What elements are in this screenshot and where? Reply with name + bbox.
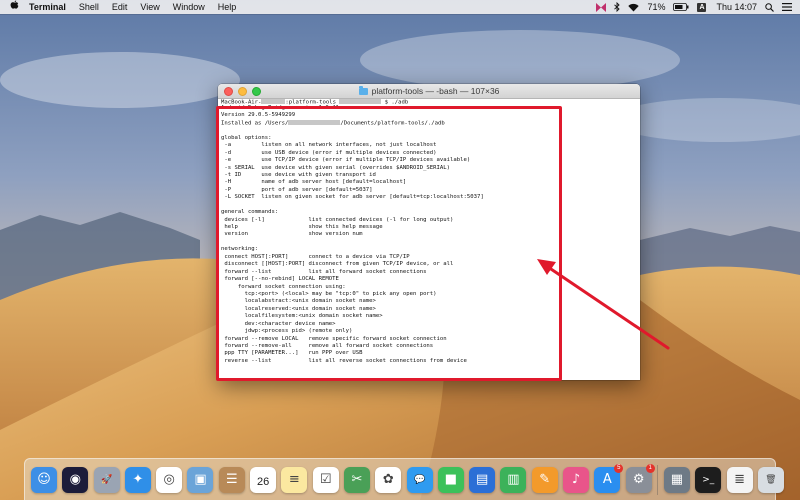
- keynote-glyph: ▤: [476, 472, 489, 487]
- reminders-glyph: ☑: [319, 472, 332, 487]
- system-preferences-icon[interactable]: ⚙ 1: [625, 463, 655, 493]
- siri-icon[interactable]: ◉: [62, 466, 89, 493]
- preview-glyph: ▣: [194, 472, 207, 487]
- terminal-titlebar[interactable]: platform-tools — -bash — 107×36: [218, 84, 640, 99]
- highlight-box: [216, 106, 562, 381]
- facetime-icon[interactable]: ■: [437, 466, 464, 493]
- notification-badge: 1: [645, 463, 655, 473]
- numbers-glyph: ▥: [507, 472, 520, 487]
- app-store-glyph: A: [602, 472, 612, 487]
- document-glyph: ≣: [734, 472, 745, 487]
- app-store-icon[interactable]: A5: [594, 463, 624, 493]
- itunes-glyph: ♪: [571, 472, 581, 487]
- preview-icon[interactable]: ▣: [187, 466, 214, 493]
- dock: ☺ ◉ 🚀 ✦ ◎ ▣ ☰ 26 ≡ ☑ ✂ ✿ 💬 ■ ▤ ▥ ✎ ♪ A 5 ⚙ 1 ▦ >_ ≣ 🗑: [24, 458, 784, 500]
- system-preferences-glyph: ⚙: [632, 472, 645, 487]
- trash-glyph: 🗑: [765, 474, 777, 485]
- window-title: platform-tools — -bash — 107×36: [218, 84, 640, 98]
- menu-view[interactable]: View: [140, 0, 159, 14]
- close-window-button[interactable]: [224, 86, 233, 96]
- itunes-icon[interactable]: ♪: [563, 466, 590, 493]
- bluetooth-icon[interactable]: [614, 2, 621, 12]
- terminal-icon[interactable]: >_: [695, 466, 722, 493]
- wifi-icon[interactable]: [628, 3, 640, 12]
- finder-glyph: ☺: [37, 472, 51, 487]
- photos-glyph: ✿: [382, 472, 394, 487]
- utility-glyph: ▦: [670, 472, 684, 487]
- menu-terminal[interactable]: Terminal: [29, 0, 66, 14]
- messages-glyph: 💬: [413, 474, 426, 485]
- chrome-icon[interactable]: ◎: [156, 466, 183, 493]
- status-app-icon[interactable]: [596, 2, 607, 12]
- menu-help[interactable]: Help: [218, 0, 237, 14]
- spotlight-search-icon[interactable]: [765, 2, 774, 12]
- contacts-glyph: ☰: [225, 472, 238, 487]
- minimize-window-button[interactable]: [238, 86, 247, 96]
- pages-icon[interactable]: ✎: [531, 466, 558, 493]
- photo-booth-glyph: ✂: [351, 472, 363, 487]
- safari-icon[interactable]: ✦: [124, 466, 151, 493]
- menu-bar: Terminal Shell Edit View Window Help 71%…: [0, 0, 800, 14]
- finder-icon[interactable]: ☺: [31, 466, 57, 493]
- chrome-glyph: ◎: [163, 472, 175, 487]
- launchpad-glyph: 🚀: [100, 474, 113, 485]
- calendar-day: 26: [256, 476, 270, 488]
- contacts-icon[interactable]: ☰: [218, 466, 245, 493]
- safari-glyph: ✦: [132, 472, 144, 487]
- apple-logo-icon[interactable]: [9, 0, 19, 15]
- photos-icon[interactable]: ✿: [375, 466, 402, 493]
- folder-icon: [358, 86, 368, 95]
- notes-glyph: ≡: [288, 472, 300, 487]
- notes-icon[interactable]: ≡: [281, 466, 308, 493]
- trash-icon[interactable]: 🗑: [757, 466, 784, 493]
- siri-glyph: ◉: [69, 472, 81, 487]
- numbers-icon[interactable]: ▥: [500, 466, 527, 493]
- notification-center-icon[interactable]: [782, 3, 792, 11]
- redacted-username: [339, 99, 382, 104]
- photo-booth-icon[interactable]: ✂: [343, 466, 370, 493]
- battery-percent[interactable]: 71%: [647, 0, 665, 14]
- terminal-glyph: >_: [702, 474, 715, 485]
- notification-badge: 5: [614, 463, 624, 473]
- pages-glyph: ✎: [539, 472, 551, 487]
- battery-icon[interactable]: [673, 3, 689, 11]
- redacted-username: [261, 99, 286, 104]
- keynote-icon[interactable]: ▤: [469, 466, 496, 493]
- calendar-icon[interactable]: 26: [250, 466, 277, 493]
- reminders-icon[interactable]: ☑: [312, 466, 339, 493]
- messages-icon[interactable]: 💬: [406, 466, 433, 493]
- facetime-glyph: ■: [444, 472, 457, 487]
- menu-window[interactable]: Window: [173, 0, 205, 14]
- menu-shell[interactable]: Shell: [79, 0, 99, 14]
- zoom-window-button[interactable]: [252, 86, 261, 96]
- document-icon[interactable]: ≣: [726, 466, 753, 493]
- window-title-text: platform-tools — -bash — 107×36: [371, 86, 500, 96]
- dock-separator: [656, 464, 658, 495]
- input-source-icon[interactable]: A: [697, 2, 707, 12]
- menu-clock[interactable]: Thu 14:07: [716, 0, 757, 14]
- menu-edit[interactable]: Edit: [112, 0, 128, 14]
- utility-icon[interactable]: ▦: [663, 466, 690, 493]
- launchpad-icon[interactable]: 🚀: [93, 466, 120, 493]
